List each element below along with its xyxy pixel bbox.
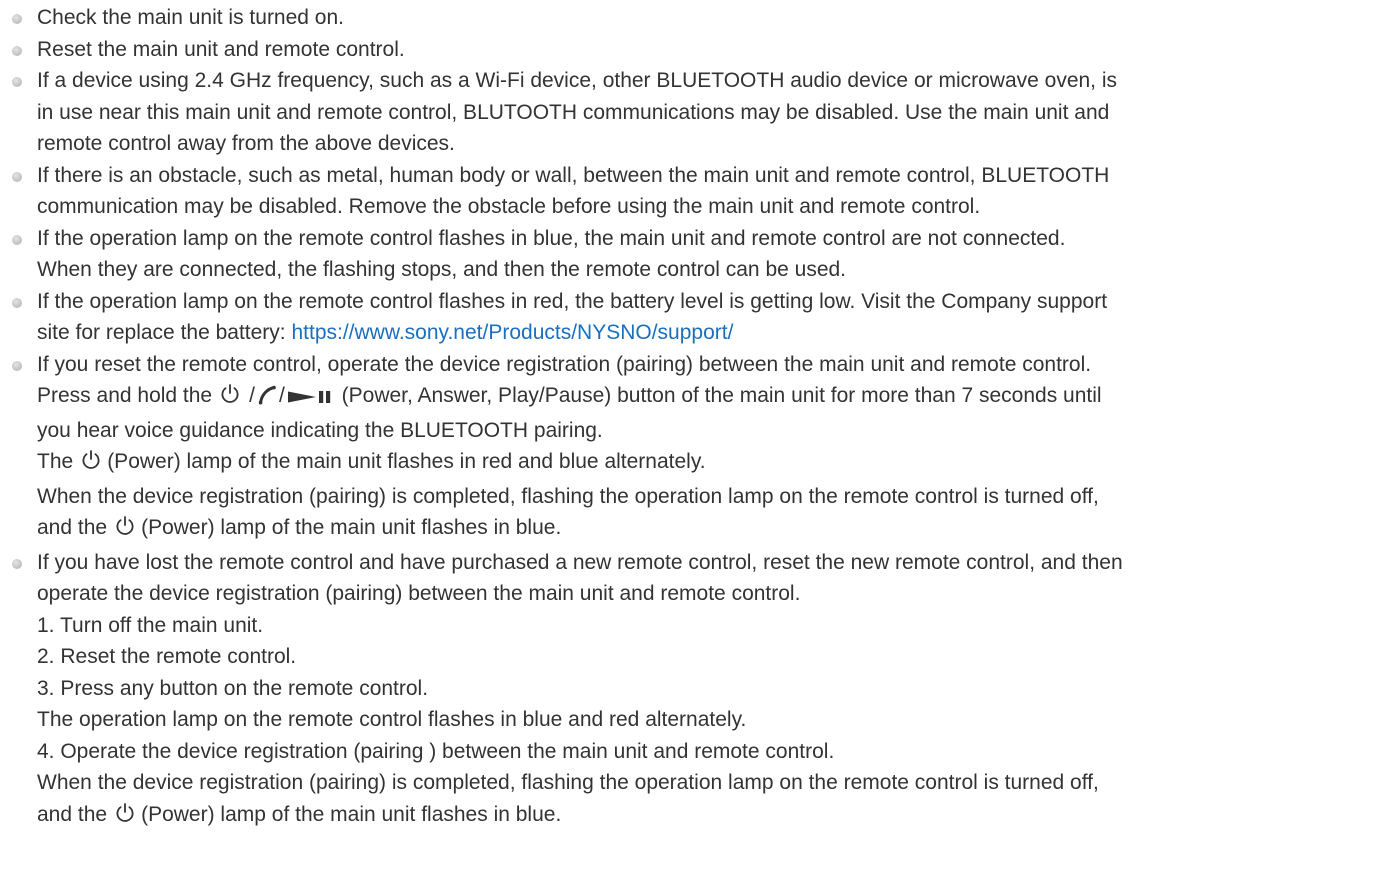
bullet-icon (12, 234, 22, 245)
power-icon (115, 515, 135, 547)
item-line: When the device registration (pairing) i… (37, 771, 1099, 794)
item-line: If you reset the remote control, operate… (37, 352, 1092, 376)
bullet-icon (12, 297, 22, 308)
step-2: 2. Reset the remote control. (37, 645, 297, 668)
item-line: The (Power) lamp of the main unit flashes… (37, 446, 1378, 481)
press-suffix: (Power, Answer, Play/Pause) button of th… (341, 384, 1102, 407)
separator: / (278, 384, 285, 407)
bullet-icon (12, 171, 22, 182)
step-4: 4. Operate the device registration (pair… (37, 739, 835, 763)
support-link[interactable]: https://www.sony.net/Products/NYSNO/supp… (291, 321, 733, 344)
item-text: Check the main unit is turned on. (37, 6, 345, 29)
list-item: If you reset the remote control, operate… (0, 349, 1384, 547)
bullet-icon (12, 558, 22, 569)
separator: / (249, 384, 255, 407)
and-the: and the (37, 516, 108, 539)
list-item: Check the main unit is turned on. (0, 2, 1384, 34)
list-item: If the operation lamp on the remote cont… (0, 286, 1384, 349)
item-line: If a device using 2.4 GHz frequency, suc… (37, 69, 1118, 92)
item-line: When the device registration (pairing) i… (37, 484, 1099, 508)
item-line: and the (Power) lamp of the main unit fla… (37, 799, 1378, 834)
step-3-note: The operation lamp on the remote control… (37, 708, 747, 731)
item-line: operate the device registration (pairing… (37, 582, 801, 605)
item-line: remote control away from the above devic… (37, 132, 455, 155)
item-line: in use near this main unit and remote co… (37, 100, 1110, 124)
item-line: When they are connected, the flashing st… (37, 258, 847, 281)
step-1: 1. Turn off the main unit. (37, 613, 264, 637)
power-blue-text: (Power) lamp of the main unit flashes in… (141, 516, 562, 539)
the-prefix: The (37, 450, 74, 473)
item-line: If there is an obstacle, such as metal, … (37, 163, 1110, 187)
item-line: and the (Power) lamp of the main unit fla… (37, 512, 1378, 547)
list-item: If a device using 2.4 GHz frequency, suc… (0, 65, 1384, 160)
bullet-icon (12, 360, 22, 371)
item-line: If the operation lamp on the remote cont… (37, 289, 1108, 313)
list-item: If there is an obstacle, such as metal, … (0, 160, 1384, 223)
answer-icon (258, 383, 276, 415)
power-blue-text: (Power) lamp of the main unit flashes in… (141, 802, 562, 826)
item-line: If you have lost the remote control and … (37, 550, 1123, 574)
power-icon (220, 383, 240, 415)
power-lamp-text: (Power) lamp of the main unit flashes in… (107, 450, 706, 473)
battery-text: site for replace the battery: (37, 321, 292, 344)
play-pause-icon (287, 383, 336, 415)
item-line: communication may be disabled. Remove th… (37, 195, 981, 218)
press-prefix: Press and hold the (37, 384, 213, 407)
item-line: site for replace the battery: https://ww… (37, 317, 1378, 349)
step-3: 3. Press any button on the remote contro… (37, 676, 429, 700)
bullet-icon (12, 77, 22, 87)
item-text: Reset the main unit and remote control. (37, 37, 405, 61)
item-line: If the operation lamp on the remote cont… (37, 226, 1066, 250)
bullet-icon (12, 45, 22, 56)
list-item: If the operation lamp on the remote cont… (0, 223, 1384, 286)
list-item: Reset the main unit and remote control. (0, 34, 1384, 66)
troubleshooting-list: Check the main unit is turned on. Reset … (0, 2, 1384, 833)
bullet-icon (12, 14, 22, 24)
item-line: you hear voice guidance indicating the B… (37, 418, 603, 442)
power-icon (115, 802, 135, 834)
power-icon (81, 449, 101, 481)
item-line: Press and hold the / / (Power, Answer, Pla… (37, 380, 1378, 415)
troubleshooting-content: Check the main unit is turned on. Reset … (0, 0, 1384, 833)
and-the: and the (37, 802, 108, 826)
list-item: If you have lost the remote control and … (0, 547, 1384, 834)
